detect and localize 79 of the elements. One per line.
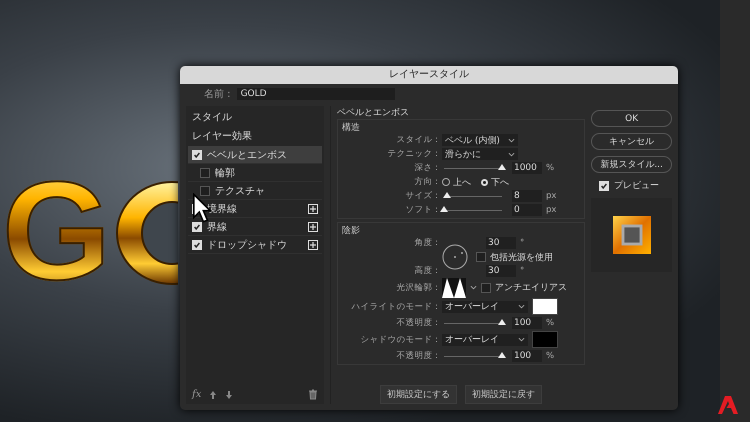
name-label: 名前 : — [204, 88, 231, 101]
unit-label: % — [546, 318, 554, 328]
checkbox-label: プレビュー — [614, 179, 660, 192]
dialog-button[interactable]: OK — [591, 110, 672, 127]
checkbox-label: 包括光源を使用 — [490, 252, 553, 264]
radio-option[interactable]: 上へ — [442, 176, 471, 188]
effect-item[interactable]: ベベルとエンボス — [188, 146, 322, 164]
checkbox-label: アンチエイリアス — [494, 282, 567, 294]
caret-icon[interactable] — [518, 337, 525, 342]
field-label: テクニック : — [386, 148, 438, 160]
unit-label: ° — [520, 238, 524, 248]
dropdown[interactable]: オーバーレイ — [442, 334, 528, 346]
value-field[interactable]: 30 — [486, 265, 516, 277]
dialog-title: レイヤースタイル — [180, 66, 678, 84]
caret-icon[interactable] — [518, 304, 525, 309]
unit-label: ° — [520, 266, 524, 276]
effect-label: ドロップシャドウ — [207, 238, 288, 252]
field-label: 深さ : — [413, 162, 438, 174]
color-swatch[interactable] — [532, 331, 558, 348]
effect-label: 界線 — [207, 220, 228, 234]
caret-icon[interactable] — [470, 285, 477, 290]
contour-thumbnail[interactable] — [442, 278, 466, 298]
reset-button[interactable]: 初期設定に戻す — [465, 385, 542, 404]
effect-item[interactable]: 輪郭 — [188, 164, 322, 182]
field-label: ソフト : — [404, 204, 438, 216]
checkbox[interactable] — [480, 282, 491, 292]
section-title: ベベルとエンボス — [336, 107, 410, 119]
group-title: 構造 — [342, 122, 361, 133]
color-swatch[interactable] — [532, 298, 558, 315]
field-label: ハイライトのモード : — [350, 300, 438, 312]
value-field[interactable]: 0 — [512, 204, 542, 216]
reset-button[interactable]: 初期設定にする — [380, 385, 458, 404]
trash-icon[interactable] — [308, 389, 318, 400]
radio-option[interactable]: 下へ — [480, 176, 509, 188]
value-field[interactable]: 1000 — [512, 162, 542, 174]
panel-header[interactable]: レイヤー効果 — [188, 127, 322, 146]
name-field[interactable]: GOLD — [236, 88, 395, 100]
arrow-down-icon[interactable] — [225, 390, 234, 400]
unit-label: px — [546, 191, 556, 201]
field-label: スタイル : — [395, 134, 438, 146]
fx-button[interactable]: fx — [192, 389, 202, 400]
checkbox[interactable] — [476, 252, 486, 262]
effect-label: 輪郭 — [215, 166, 236, 180]
style-preview-drawing — [612, 216, 651, 254]
angle-dial-icon[interactable] — [442, 244, 468, 270]
caret-icon[interactable] — [508, 152, 515, 156]
value-field[interactable]: 100 — [512, 317, 542, 329]
add-icon[interactable] — [308, 204, 318, 214]
dropdown[interactable]: オーバーレイ — [442, 300, 528, 312]
field-label: 不透明度 : — [395, 350, 438, 362]
field-label: 高度 : — [413, 265, 438, 277]
logo-icon — [718, 396, 738, 414]
unit-label: % — [546, 163, 554, 173]
unit-label: % — [546, 351, 554, 361]
field-label: 不透明度 : — [395, 317, 438, 329]
checkbox[interactable] — [200, 186, 210, 196]
field-label: 光沢輪郭 : — [395, 282, 438, 294]
field-label: 角度 : — [413, 237, 438, 249]
field-label: サイズ : — [404, 190, 438, 202]
add-icon[interactable] — [308, 222, 318, 232]
panel-header[interactable]: スタイル — [188, 108, 322, 127]
dropdown[interactable]: ベベル (内側) — [442, 134, 518, 146]
unit-label: px — [546, 205, 556, 215]
effect-label: ベベルとエンボス — [207, 148, 288, 162]
dropdown[interactable]: 滑らかに — [442, 148, 518, 160]
value-field[interactable]: 100 — [512, 350, 542, 362]
field-label: 方向 : — [413, 176, 438, 188]
dialog-button[interactable]: キャンセル — [591, 133, 672, 150]
value-field[interactable]: 30 — [486, 237, 516, 249]
arrow-up-icon[interactable] — [209, 390, 218, 400]
dialog-button[interactable]: 新規スタイル... — [591, 156, 672, 173]
caret-icon[interactable] — [508, 138, 515, 142]
effect-label: テクスチャ — [215, 184, 266, 198]
checkbox[interactable] — [200, 168, 210, 178]
effect-item[interactable]: ドロップシャドウ — [188, 236, 322, 254]
add-icon[interactable] — [308, 240, 318, 250]
group-title: 陰影 — [342, 224, 361, 236]
value-field[interactable]: 8 — [512, 190, 542, 202]
field-label: シャドウのモード : — [359, 334, 438, 346]
